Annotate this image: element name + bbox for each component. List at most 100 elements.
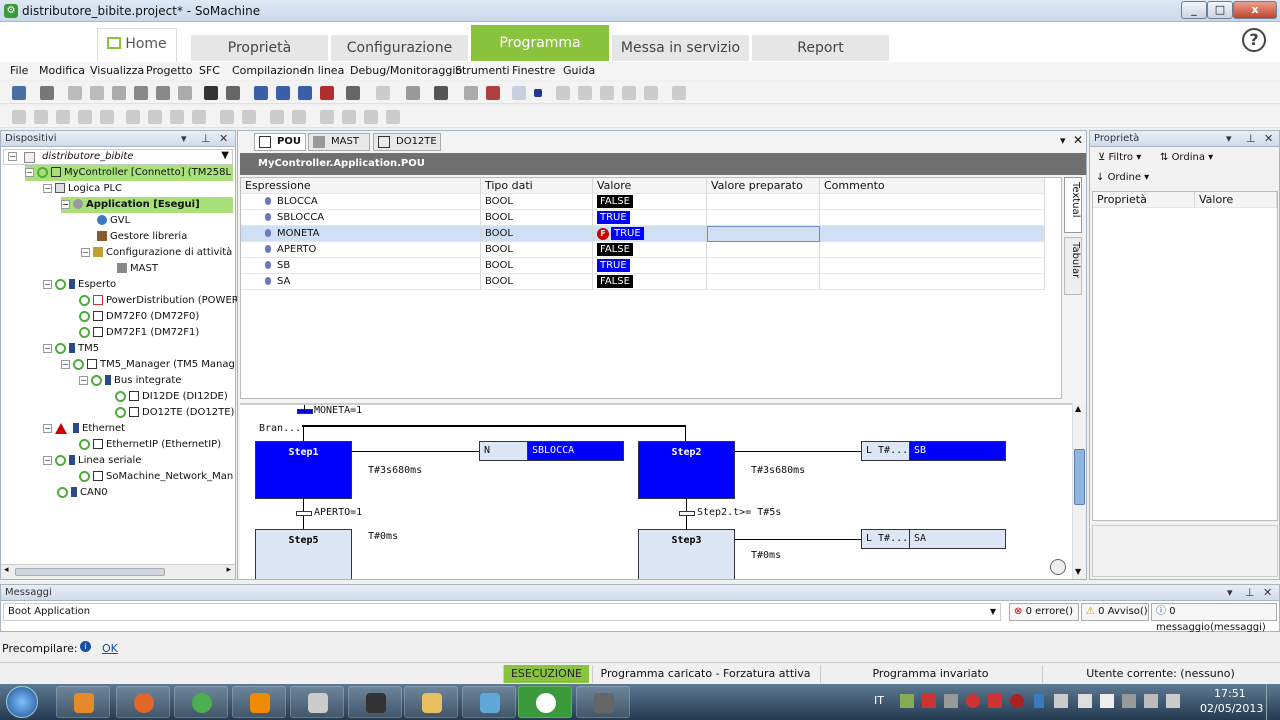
tree-item-esperto[interactable]: − Esperto — [43, 277, 116, 293]
language-indicator[interactable]: IT — [874, 694, 884, 707]
cell-prepared-value[interactable] — [707, 226, 820, 242]
breakpoint-icon[interactable] — [644, 86, 658, 100]
sfc-step-step5[interactable]: Step5 — [255, 529, 352, 579]
tree-item-logica-plc[interactable]: − Logica PLC — [43, 181, 122, 197]
collapse-icon[interactable]: − — [43, 343, 52, 353]
cut-icon[interactable] — [112, 86, 126, 100]
scroll-left-icon[interactable]: ◂ — [4, 565, 9, 575]
delete-icon[interactable] — [178, 86, 192, 100]
transition-step2-time[interactable] — [679, 511, 695, 516]
tray-app-icon[interactable] — [944, 694, 958, 708]
panel-menu-icon[interactable]: ▾ — [181, 131, 187, 146]
wifi-icon[interactable] — [1054, 694, 1068, 708]
menu-debug[interactable]: Debug/Monitoraggio — [350, 64, 462, 77]
redo-icon[interactable] — [90, 86, 104, 100]
sfc-insert-icon[interactable] — [242, 110, 256, 124]
sfc-step-step1[interactable]: Step1 — [255, 441, 352, 499]
tree-item-linea-seriale[interactable]: − Linea seriale — [43, 453, 141, 469]
tray-network-icon[interactable] — [900, 694, 914, 708]
menu-modifica[interactable]: Modifica — [39, 64, 85, 77]
layout-icon[interactable] — [376, 86, 390, 100]
taskbar-app[interactable] — [462, 686, 516, 718]
network-icon[interactable] — [1144, 694, 1158, 708]
replace-icon[interactable] — [226, 86, 240, 100]
taskbar-explorer[interactable] — [404, 686, 458, 718]
tray-app-icon[interactable] — [988, 694, 1002, 708]
tree-item-application[interactable]: − Application [Esegui] — [61, 197, 233, 213]
sfc-step-step2[interactable]: Step2 — [638, 441, 735, 499]
table-row[interactable]: SB — [241, 258, 481, 274]
menu-in-linea[interactable]: In linea — [304, 64, 344, 77]
sfc-action-icon[interactable] — [126, 110, 140, 124]
panel-menu-icon[interactable]: ▾ — [1226, 131, 1232, 146]
settings-icon[interactable] — [464, 86, 478, 100]
message-source-select[interactable]: Boot Application ▼ — [3, 603, 1001, 621]
tree-item-config-attivita[interactable]: − Configurazione di attività — [81, 245, 232, 261]
sfc-transition-icon[interactable] — [34, 110, 48, 124]
run-icon[interactable] — [512, 86, 526, 100]
arrow-icon[interactable] — [672, 86, 686, 100]
sfc-after-icon[interactable] — [270, 110, 284, 124]
taskbar-chrome[interactable] — [174, 686, 228, 718]
collapse-icon[interactable]: − — [43, 279, 52, 289]
pin-icon[interactable]: ⊥ — [1246, 131, 1256, 146]
menu-progetto[interactable]: Progetto — [146, 64, 193, 77]
column-header-espressione[interactable]: Espressione — [241, 178, 481, 194]
tree-item-can0[interactable]: CAN0 — [57, 485, 108, 501]
collapse-icon[interactable]: − — [81, 247, 90, 257]
tab-list-icon[interactable]: ▾ — [1060, 134, 1066, 147]
table-row-selected[interactable]: MONETA — [241, 226, 481, 242]
collapse-icon[interactable]: − — [61, 359, 70, 369]
menu-finestre[interactable]: Finestre — [512, 64, 555, 77]
table-row[interactable]: APERTO — [241, 242, 481, 258]
menu-compilazione[interactable]: Compilazione — [232, 64, 306, 77]
tab-home[interactable]: Home — [97, 28, 177, 62]
start-button[interactable] — [6, 686, 38, 718]
panel-close-icon[interactable]: ✕ — [219, 131, 228, 146]
tree-item-do12te[interactable]: DO12TE (DO12TE) — [115, 405, 234, 421]
tab-messa-in-servizio[interactable]: Messa in servizio — [612, 35, 749, 61]
tree-item-di12de[interactable]: DI12DE (DI12DE) — [115, 389, 228, 405]
collapse-icon[interactable]: − — [8, 152, 17, 161]
taskbar-tool[interactable] — [576, 686, 630, 718]
menu-visualizza[interactable]: Visualizza — [90, 64, 144, 77]
build-icon[interactable] — [254, 86, 268, 100]
column-header-valore-preparato[interactable]: Valore preparato — [707, 178, 820, 194]
collapse-icon[interactable]: − — [43, 183, 52, 193]
sfc-before-icon[interactable] — [292, 110, 306, 124]
panel-close-icon[interactable]: ✕ — [1263, 585, 1272, 600]
dropdown-icon[interactable]: ▼ — [221, 150, 229, 161]
collapse-icon[interactable]: − — [43, 423, 52, 433]
scroll-up-icon[interactable]: ▲ — [1075, 404, 1081, 413]
sfc-exit-icon[interactable] — [170, 110, 184, 124]
logout-icon[interactable] — [298, 86, 312, 100]
step-into-icon[interactable] — [600, 86, 614, 100]
sfc-step-step3[interactable]: Step3 — [638, 529, 735, 579]
help-icon[interactable]: ? — [1242, 28, 1266, 52]
devices-hscrollbar[interactable]: ◂ ▸ — [1, 564, 235, 579]
tab-mast[interactable]: MAST — [308, 133, 370, 151]
sfc-step-icon[interactable] — [12, 110, 26, 124]
tree-item-gestore-libreria[interactable]: Gestore libreria — [97, 229, 187, 245]
save-icon[interactable] — [12, 86, 26, 100]
tab-do12te[interactable]: DO12TE — [373, 133, 441, 151]
tree-item-mast[interactable]: MAST — [117, 261, 158, 277]
step-out-icon[interactable] — [622, 86, 636, 100]
taskbar-firefox[interactable] — [116, 686, 170, 718]
calendar-icon[interactable] — [434, 86, 448, 100]
export-icon[interactable] — [406, 86, 420, 100]
column-header-valore[interactable]: Valore — [1195, 192, 1277, 208]
minimize-button[interactable]: _ — [1181, 1, 1207, 19]
tray-app-icon[interactable] — [1010, 694, 1024, 708]
collapse-icon[interactable]: − — [43, 455, 52, 465]
tab-proprieta[interactable]: Proprietà — [191, 35, 328, 61]
sfc-nav-icon[interactable] — [386, 110, 400, 124]
dropdown-icon[interactable]: ▼ — [990, 604, 996, 620]
cell-prepared-value[interactable] — [707, 242, 820, 258]
tree-item-somachine-network[interactable]: SoMachine_Network_Man — [79, 469, 233, 485]
cell-prepared-value[interactable] — [707, 258, 820, 274]
tab-textual[interactable]: Textual — [1064, 177, 1082, 233]
sfc-vscrollbar[interactable]: ▲ ▼ — [1072, 403, 1086, 579]
volume-icon[interactable] — [1166, 694, 1180, 708]
panel-close-icon[interactable]: ✕ — [1264, 131, 1273, 146]
